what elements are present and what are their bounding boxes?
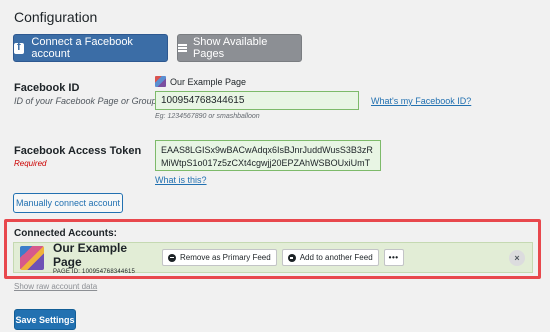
facebook-icon bbox=[14, 41, 25, 54]
show-pages-label: Show Available Pages bbox=[192, 36, 268, 60]
arrow-circle-icon bbox=[287, 253, 296, 262]
access-token-input[interactable]: EAAS8LGISx9wBACwAdqx6IsBJnrJuddWusS3B3zR… bbox=[155, 140, 381, 171]
account-avatar bbox=[20, 245, 44, 270]
what-is-this-link[interactable]: What is this? bbox=[155, 175, 207, 185]
facebook-id-input[interactable]: 100954768344615 bbox=[155, 91, 359, 110]
connected-accounts-heading: Connected Accounts: bbox=[14, 228, 117, 239]
more-options-button[interactable]: ••• bbox=[383, 249, 404, 266]
remove-primary-feed-button[interactable]: Remove as Primary Feed bbox=[162, 249, 277, 266]
add-to-another-feed-button[interactable]: Add to another Feed bbox=[281, 249, 379, 266]
remove-account-close-icon[interactable]: × bbox=[509, 250, 525, 266]
list-icon bbox=[178, 44, 187, 52]
access-token-label: Facebook Access Token bbox=[14, 145, 142, 157]
minus-circle-icon bbox=[168, 253, 176, 262]
connected-account-row: Our Example Page PAGE ID: 10095476834461… bbox=[13, 241, 533, 275]
manually-connect-button[interactable]: Manually connect account bbox=[13, 193, 123, 213]
account-page-id: PAGE ID: 100954768344615 bbox=[53, 268, 136, 275]
remove-primary-feed-label: Remove as Primary Feed bbox=[180, 253, 271, 262]
connect-facebook-button[interactable]: Connect a Facebook account bbox=[13, 34, 168, 62]
save-settings-button[interactable]: Save Settings bbox=[14, 309, 76, 330]
connect-facebook-label: Connect a Facebook account bbox=[31, 36, 133, 60]
whats-my-facebook-id-link[interactable]: What's my Facebook ID? bbox=[371, 96, 471, 106]
add-to-another-feed-label: Add to another Feed bbox=[299, 253, 373, 262]
facebook-id-sublabel: ID of your Facebook Page or Group bbox=[14, 96, 157, 106]
selected-page-name: Our Example Page bbox=[170, 76, 247, 87]
account-details: Our Example Page PAGE ID: 10095476834461… bbox=[53, 241, 157, 275]
facebook-id-label: Facebook ID bbox=[14, 82, 80, 94]
page-title: Configuration bbox=[14, 9, 98, 25]
show-available-pages-button[interactable]: Show Available Pages bbox=[177, 34, 302, 62]
selected-page-info: Our Example Page bbox=[155, 76, 246, 87]
facebook-id-hint: Eg: 1234567890 or smashballoon bbox=[155, 113, 260, 120]
account-name: Our Example Page bbox=[53, 240, 128, 269]
access-token-required: Required bbox=[14, 159, 47, 168]
page-avatar-icon bbox=[155, 76, 166, 87]
show-raw-account-data-link[interactable]: Show raw account data bbox=[14, 282, 97, 291]
